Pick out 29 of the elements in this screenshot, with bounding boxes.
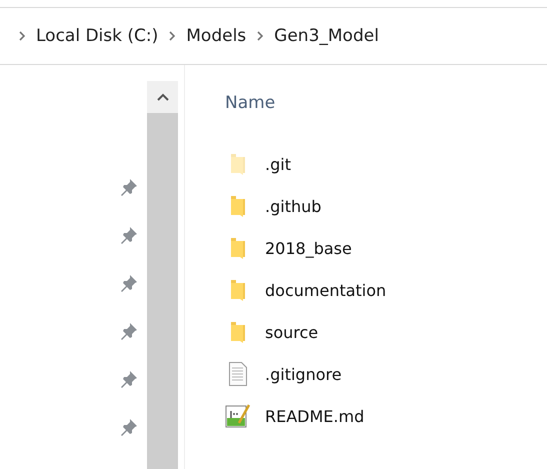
pin-icon — [119, 369, 139, 389]
pin-icon — [119, 273, 139, 293]
file-name[interactable]: .gitignore — [265, 364, 342, 384]
pin-icon — [119, 321, 139, 341]
scroll-up-icon[interactable] — [156, 93, 168, 101]
file-name[interactable]: documentation — [265, 280, 386, 300]
chevron-icon — [256, 31, 264, 41]
text-file-icon — [228, 362, 248, 386]
scrollbar[interactable] — [147, 81, 179, 469]
pin-icon — [119, 225, 139, 245]
name-column-header[interactable]: Name — [225, 93, 276, 113]
breadcrumb-item[interactable]: Models — [186, 26, 246, 46]
chart-file-icon — [225, 403, 251, 429]
folder-icon — [229, 279, 247, 301]
file-name[interactable]: 2018_base — [265, 238, 352, 258]
chevron-icon — [168, 31, 176, 41]
breadcrumb-item[interactable]: Local Disk (C:) — [36, 26, 158, 46]
file-name[interactable]: .github — [265, 196, 322, 216]
folder-icon — [229, 195, 247, 217]
file-name[interactable]: source — [265, 322, 318, 342]
pin-icon — [119, 177, 139, 197]
folder-icon — [229, 321, 247, 343]
breadcrumb-item[interactable]: Gen3_Model — [274, 26, 379, 46]
file-name[interactable]: .git — [265, 154, 291, 174]
file-name[interactable]: README.md — [265, 406, 364, 426]
pin-icon — [119, 417, 139, 437]
folder-icon — [229, 153, 247, 175]
folder-icon — [229, 237, 247, 259]
chevron-icon — [18, 31, 26, 41]
